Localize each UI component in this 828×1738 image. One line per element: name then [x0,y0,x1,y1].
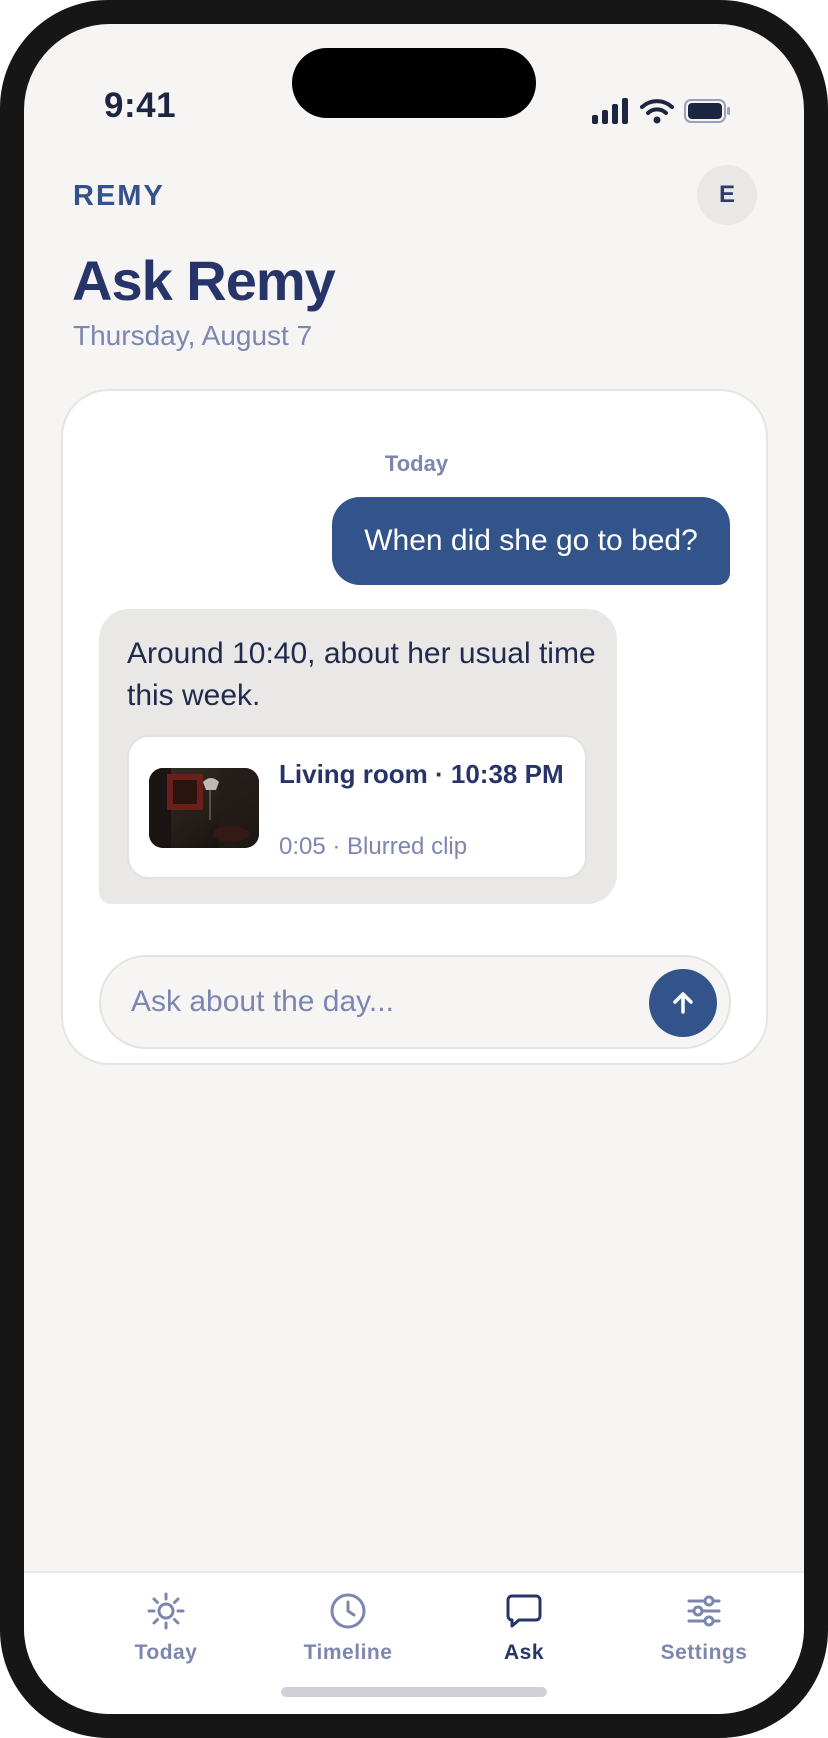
page-title: Ask Remy [72,249,336,312]
tab-ask[interactable]: Ask [444,1591,604,1681]
brand-name: REMY [73,180,165,212]
send-button[interactable] [649,969,717,1037]
battery-icon [684,99,730,123]
phone-frame: 9:41 REMY E Ask Remy Thursday, August 7 [0,0,828,1738]
clip-meta: 0:05 · Blurred clip [279,833,468,860]
status-icons [592,98,730,124]
ask-input[interactable] [131,957,611,1047]
tab-timeline-label: Timeline [303,1641,393,1664]
screen: 9:41 REMY E Ask Remy Thursday, August 7 [24,24,804,1714]
page-date: Thursday, August 7 [73,320,313,351]
tab-settings[interactable]: Settings [624,1591,784,1681]
ask-input-container [99,955,731,1049]
avatar[interactable]: E [697,165,757,225]
tab-ask-label: Ask [503,1641,545,1664]
arrow-up-icon [673,992,693,1014]
dynamic-island [292,48,536,118]
wifi-icon [640,99,674,124]
assistant-message-text: Around 10:40, about her usual time this … [127,637,596,712]
cellular-signal-icon [592,98,628,124]
chat-card: Today When did she go to bed? Around 10:… [61,389,768,1065]
clip-title: Living room · 10:38 PM [279,759,564,789]
home-indicator[interactable] [281,1687,547,1697]
chat-bubble-icon [506,1594,542,1628]
tab-timeline[interactable]: Timeline [268,1591,428,1681]
assistant-message-bubble: Around 10:40, about her usual time this … [99,609,617,904]
tab-today[interactable]: Today [86,1591,246,1681]
day-separator: Today [384,451,449,476]
clip-thumbnail[interactable] [149,768,259,848]
video-clip-card[interactable]: Living room · 10:38 PM 0:05 · Blurred cl… [127,735,587,879]
sun-icon [147,1592,185,1630]
clock-icon [330,1593,366,1629]
tab-today-label: Today [134,1641,198,1664]
user-message-bubble: When did she go to bed? [332,497,730,585]
sliders-icon [687,1595,721,1627]
tab-settings-label: Settings [660,1641,748,1664]
status-time: 9:41 [104,86,177,125]
